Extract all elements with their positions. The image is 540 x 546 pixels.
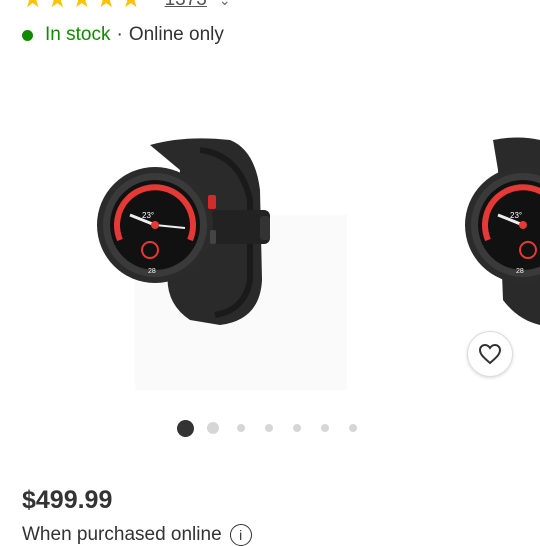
heart-icon	[478, 343, 502, 365]
carousel-dot[interactable]	[321, 424, 329, 432]
star-icon: ★	[47, 0, 69, 12]
watch-date-text: 28	[148, 268, 156, 275]
watch-north-marker: N	[151, 185, 156, 192]
purchase-note-row: When purchased online i	[22, 524, 252, 546]
in-stock-indicator-icon	[22, 29, 33, 41]
star-icon: ★	[22, 0, 44, 12]
carousel-indicator	[0, 419, 540, 437]
carousel-dot[interactable]	[176, 419, 194, 437]
chevron-down-icon[interactable]: ⌄	[219, 0, 231, 9]
carousel-dot[interactable]	[265, 424, 273, 432]
stock-status: In stock	[45, 24, 111, 45]
product-image-watch-next[interactable]: 23° 28	[458, 130, 540, 330]
watch-temp-text: 23°	[142, 211, 154, 220]
availability-row: In stock · Online only	[22, 24, 224, 46]
fulfillment-channel: Online only	[128, 24, 224, 45]
carousel-dot[interactable]	[237, 424, 245, 432]
review-count-link[interactable]: 1373	[165, 0, 207, 11]
separator: ·	[116, 24, 123, 45]
watch-temp-text-2: 23°	[510, 211, 522, 220]
add-to-favorites-button[interactable]	[467, 331, 513, 377]
carousel-dot[interactable]	[207, 422, 219, 434]
carousel-dot[interactable]	[293, 424, 301, 432]
purchase-note: When purchased online	[22, 524, 222, 545]
star-icon: ★	[96, 0, 118, 12]
product-image-gallery[interactable]: 23° 28 N 23° 28	[0, 70, 540, 410]
star-icon: ★	[71, 0, 93, 12]
product-price: $499.99	[22, 486, 113, 514]
info-icon[interactable]: i	[229, 524, 252, 546]
watch-date-text-2: 28	[516, 268, 524, 275]
star-icon: ★	[120, 0, 142, 12]
carousel-dot[interactable]	[349, 424, 357, 432]
product-image-watch[interactable]: 23° 28 N	[90, 130, 280, 330]
rating-row: ★ ★ ★ ★ ★ 1373 ⌄	[22, 0, 231, 12]
